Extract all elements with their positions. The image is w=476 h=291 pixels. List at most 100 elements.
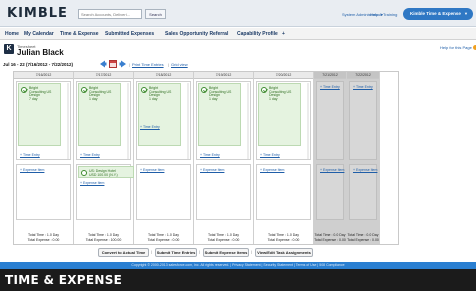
scrollbar[interactable] <box>307 83 309 159</box>
time-entry-area[interactable]: Bright Consulting US Design 7 day + Time Ent… <box>16 81 71 160</box>
search-input[interactable] <box>78 9 142 19</box>
day-column: 7/22/2012 + Time Entry + Expense Item Total… <box>347 72 380 244</box>
entry-detail: 1 day <box>269 96 278 101</box>
add-time-entry-link[interactable]: + Time Entry <box>353 85 373 89</box>
calendar-icon[interactable] <box>109 60 117 68</box>
tab-capability-profile[interactable]: Capability Profile <box>237 31 278 37</box>
add-time-entry-link[interactable]: + Time Entry <box>260 153 280 157</box>
time-entry-card[interactable]: Bright Consulting US Design 1 day <box>258 83 301 146</box>
day-header: 7/20/2012 <box>254 72 313 79</box>
time-entry-area[interactable]: Bright Consulting US Design 1 day + Time Ent… <box>76 81 131 160</box>
time-entry-area[interactable]: + Time Entry <box>316 81 344 160</box>
day-totals: Total Time : 1.0 Day Total Expense : 0.00 <box>134 233 193 242</box>
separator: | <box>251 249 253 254</box>
scrollbar[interactable] <box>187 83 189 159</box>
day-header: 7/17/2012 <box>74 72 133 79</box>
expense-area[interactable]: + Expense Item <box>196 164 251 220</box>
day-totals: Total Time : 1.0 Day Total Expense : 0.00 <box>194 233 253 242</box>
separator: | <box>151 249 153 254</box>
add-time-entry-link[interactable]: + Time Entry <box>20 153 40 157</box>
time-entry-area[interactable]: Bright Consulting US Design 1 day + Time Ent… <box>136 81 191 160</box>
checkmark-icon <box>81 170 87 176</box>
view-edit-task-assignments-button[interactable]: View/Edit Task Assignments <box>255 248 313 257</box>
expense-item-card[interactable]: US: Design Hotel USD 100.00 (N.Y.) <box>78 166 134 178</box>
add-expense-item-link[interactable]: + Expense Item <box>200 168 224 172</box>
tab-home[interactable]: Home <box>5 31 19 37</box>
day-column: 7/19/2012 Bright Consulting US Design 1 day +… <box>194 72 254 244</box>
timesheet-grid: 7/16/2012 Bright Consulting US Design 7 day +… <box>13 71 399 245</box>
time-entry-card[interactable]: Bright Consulting US Design 1 day <box>78 83 121 146</box>
time-entry-area[interactable]: + Time Entry <box>349 81 377 160</box>
arrow-left-icon[interactable] <box>99 60 107 68</box>
day-column: 7/17/2012 Bright Consulting US Design 1 day +… <box>74 72 134 244</box>
time-entry-area[interactable]: Bright Consulting US Design 1 day + Time Ent… <box>196 81 251 160</box>
tab-time-expense[interactable]: Time & Expense <box>60 31 99 37</box>
scrollbar[interactable] <box>67 83 69 159</box>
add-time-entry-link[interactable]: + Time Entry <box>80 153 100 157</box>
expense-area[interactable]: + Expense Item <box>256 164 311 220</box>
chevron-down-icon: ▼ <box>464 11 468 16</box>
checkmark-icon <box>141 87 147 93</box>
expense-area[interactable]: + Expense Item <box>16 164 71 220</box>
tab-sales-opportunity-referral[interactable]: Sales Opportunity Referral <box>165 31 228 37</box>
checkmark-icon <box>261 87 267 93</box>
checkmark-icon <box>201 87 207 93</box>
total-time: Total Time : 0.0 Day <box>314 233 346 237</box>
day-totals: Total Time : 1.0 Day Total Expense : 100.… <box>74 233 133 242</box>
total-expense: Total Expense : 100.00 <box>85 237 122 242</box>
time-entry-card[interactable]: Bright Consulting US Design 1 day <box>198 83 241 146</box>
total-time: Total Time : 0.0 Day <box>347 233 379 237</box>
search-button[interactable]: Search <box>145 9 166 19</box>
submit-time-entries-button[interactable]: Submit Time Entries <box>155 248 197 257</box>
grid-view-link[interactable]: Grid view <box>171 62 188 67</box>
add-time-entry-link[interactable]: + Time Entry <box>320 85 340 89</box>
page-title: Julian Black <box>17 48 64 57</box>
total-expense: Total Expense : 0.00 <box>207 237 240 242</box>
day-header: 7/18/2012 <box>134 72 193 79</box>
top-header: KIMBLE Search System Administrator ▾ Hel… <box>0 0 476 27</box>
expense-area[interactable]: + Expense Item <box>316 164 344 220</box>
expense-area[interactable]: + Expense Item <box>349 164 377 220</box>
app-switcher-button[interactable]: Kimble Time & Expense ▼ <box>403 8 473 20</box>
add-time-entry-link[interactable]: + Time Entry <box>200 153 220 157</box>
help-training-link[interactable]: Help & Training <box>370 12 397 17</box>
tab-submitted-expenses[interactable]: Submitted Expenses <box>105 31 154 37</box>
day-column: 7/21/2012 + Time Entry + Expense Item Total… <box>314 72 347 244</box>
separator: | <box>168 62 170 67</box>
add-expense-item-link[interactable]: + Expense Item <box>80 181 104 185</box>
time-entry-card[interactable]: Bright Consulting US Design 7 day <box>18 83 61 146</box>
entry-detail: 1 day <box>89 96 98 101</box>
day-totals: Total Time : 0.0 Day Total Expense : 0.00 <box>347 233 379 242</box>
expense-area[interactable]: US: Design Hotel USD 100.00 (N.Y.) + Expen… <box>76 164 134 220</box>
arrow-right-icon[interactable] <box>119 60 127 68</box>
scrollbar[interactable] <box>247 83 249 159</box>
add-expense-item-link[interactable]: + Expense Item <box>260 168 284 172</box>
day-totals: Total Time : 1.0 Day Total Expense : 0.00 <box>14 233 73 242</box>
submit-expense-items-button[interactable]: Submit Expense Items <box>203 248 249 257</box>
footer: Copyright © 2000-2013 salesforce.com, in… <box>0 262 476 269</box>
print-time-entries-link[interactable]: Print Time Entries <box>132 62 164 67</box>
day-column: 7/16/2012 Bright Consulting US Design 7 day +… <box>14 72 74 244</box>
add-expense-item-link[interactable]: + Expense Item <box>20 168 44 172</box>
total-expense: Total Expense : 0.00 <box>27 237 60 242</box>
convert-to-actual-time-button[interactable]: Convert to Actual Time <box>98 248 149 257</box>
time-entry-card[interactable]: Bright Consulting US Design 1 day <box>138 83 181 146</box>
tab-add[interactable]: + <box>282 31 285 37</box>
entry-detail: 1 day <box>209 96 218 101</box>
add-time-entry-link[interactable]: + Time Entry <box>140 125 160 129</box>
separator: | <box>199 249 201 254</box>
day-header: 7/22/2012 <box>347 72 379 79</box>
scrollbar[interactable] <box>127 83 129 159</box>
time-entry-area[interactable]: Bright Consulting US Design 1 day + Time Ent… <box>256 81 311 160</box>
day-column: 7/20/2012 Bright Consulting US Design 1 day +… <box>254 72 314 244</box>
expense-detail: USD 100.00 (N.Y.) <box>89 173 118 177</box>
help-for-page-label: Help for this Page <box>440 45 472 50</box>
expense-area[interactable]: + Expense Item <box>136 164 191 220</box>
add-expense-item-link[interactable]: + Expense Item <box>320 168 344 172</box>
add-expense-item-link[interactable]: + Expense Item <box>353 168 377 172</box>
kimble-logo[interactable]: KIMBLE <box>7 6 68 21</box>
tab-my-calendar[interactable]: My Calendar <box>24 31 54 37</box>
add-expense-item-link[interactable]: + Expense Item <box>140 168 164 172</box>
day-totals: Total Time : 1.0 Day Total Expense : 0.00 <box>254 233 313 242</box>
help-for-page-link[interactable]: Help for this Page <box>440 45 476 51</box>
